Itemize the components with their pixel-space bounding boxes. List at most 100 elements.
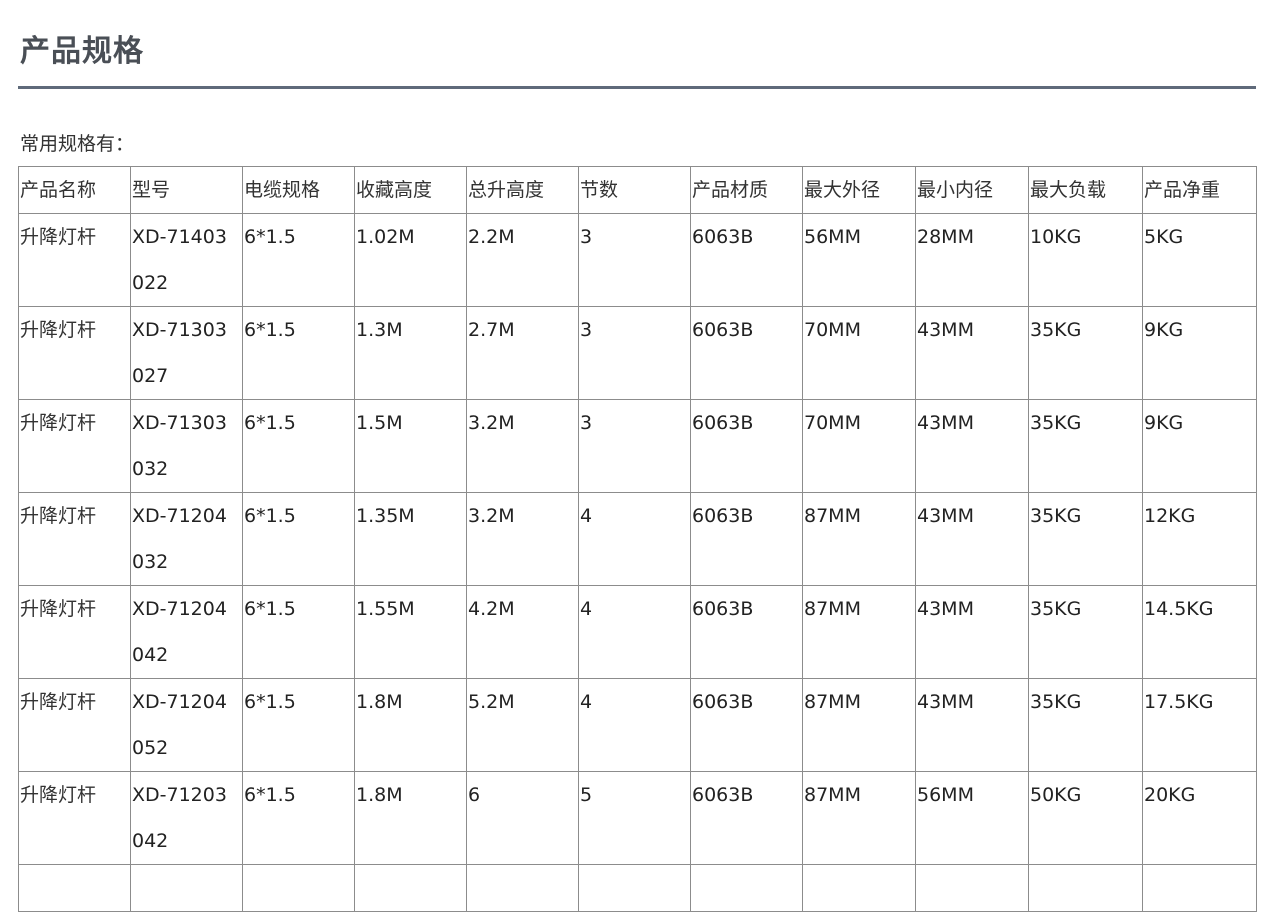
cell-net-weight: 12KG (1142, 492, 1257, 586)
table-row: 升降灯杆 XD-71204 052 6*1.5 1.8M 5.2M 4 6063B… (18, 678, 1257, 772)
table-row: 升降灯杆 XD-71203 042 6*1.5 1.8M 6 5 6063B 87… (18, 771, 1257, 865)
col-header-material: 产品材质 (690, 166, 803, 214)
col-header-name: 产品名称 (18, 166, 131, 214)
cell-total-height: 2.7M (466, 306, 579, 400)
cell-model-line1: XD-71204 (132, 505, 227, 527)
cell-sections: 3 (578, 306, 691, 400)
cell-max-load: 10KG (1028, 213, 1143, 307)
col-header-min-id: 最小内径 (915, 166, 1029, 214)
cell-max-load: 50KG (1028, 771, 1143, 865)
cell-name: 升降灯杆 (18, 678, 131, 772)
col-header-max-load: 最大负载 (1028, 166, 1143, 214)
cell-max-od: 87MM (802, 585, 916, 679)
cell-sections: 4 (578, 678, 691, 772)
title-divider (18, 86, 1256, 89)
spec-table: 产品名称 型号 电缆规格 收藏高度 总升高度 节数 产品材质 最大外径 最小内径… (18, 166, 1257, 912)
col-header-max-od: 最大外径 (802, 166, 916, 214)
empty-cell (1028, 864, 1143, 912)
cell-max-load: 35KG (1028, 492, 1143, 586)
cell-model-line2: 042 (132, 644, 169, 666)
cell-max-load: 35KG (1028, 585, 1143, 679)
cell-sections: 4 (578, 585, 691, 679)
empty-cell (802, 864, 916, 912)
cell-stowed-height: 1.3M (354, 306, 467, 400)
cell-min-id: 43MM (915, 492, 1029, 586)
cell-sections: 3 (578, 399, 691, 493)
cell-cable: 6*1.5 (242, 678, 355, 772)
cell-cable: 6*1.5 (242, 399, 355, 493)
table-row: 升降灯杆 XD-71204 042 6*1.5 1.55M 4.2M 4 6063… (18, 585, 1257, 679)
cell-model: XD-71204 032 (130, 492, 243, 586)
cell-model-line2: 022 (132, 272, 169, 294)
table-row: 升降灯杆 XD-71303 032 6*1.5 1.5M 3.2M 3 6063B… (18, 399, 1257, 493)
cell-sections: 5 (578, 771, 691, 865)
cell-material: 6063B (690, 771, 803, 865)
cell-model-line1: XD-71303 (132, 412, 227, 434)
empty-cell (1142, 864, 1257, 912)
cell-name: 升降灯杆 (18, 306, 131, 400)
cell-max-load: 35KG (1028, 399, 1143, 493)
cell-total-height: 5.2M (466, 678, 579, 772)
empty-cell (466, 864, 579, 912)
cell-material: 6063B (690, 213, 803, 307)
cell-max-od: 56MM (802, 213, 916, 307)
cell-model: XD-71303 027 (130, 306, 243, 400)
cell-min-id: 43MM (915, 678, 1029, 772)
cell-cable: 6*1.5 (242, 306, 355, 400)
col-header-total-height: 总升高度 (466, 166, 579, 214)
cell-max-od: 70MM (802, 399, 916, 493)
col-header-sections: 节数 (578, 166, 691, 214)
intro-text: 常用规格有： (20, 133, 135, 155)
cell-total-height: 3.2M (466, 492, 579, 586)
cell-net-weight: 17.5KG (1142, 678, 1257, 772)
empty-cell (915, 864, 1029, 912)
cell-model-line2: 052 (132, 737, 169, 759)
cell-total-height: 3.2M (466, 399, 579, 493)
cell-material: 6063B (690, 585, 803, 679)
cell-cable: 6*1.5 (242, 771, 355, 865)
cell-min-id: 43MM (915, 585, 1029, 679)
cell-model-line1: XD-71204 (132, 691, 227, 713)
cell-name: 升降灯杆 (18, 399, 131, 493)
cell-total-height: 4.2M (466, 585, 579, 679)
cell-model-line1: XD-71204 (132, 598, 227, 620)
cell-max-od: 87MM (802, 771, 916, 865)
empty-cell (690, 864, 803, 912)
cell-material: 6063B (690, 492, 803, 586)
cell-stowed-height: 1.02M (354, 213, 467, 307)
cell-name: 升降灯杆 (18, 585, 131, 679)
cell-model-line2: 032 (132, 551, 169, 573)
cell-cable: 6*1.5 (242, 585, 355, 679)
cell-max-od: 70MM (802, 306, 916, 400)
cell-net-weight: 9KG (1142, 306, 1257, 400)
cell-stowed-height: 1.55M (354, 585, 467, 679)
cell-sections: 4 (578, 492, 691, 586)
cell-max-load: 35KG (1028, 678, 1143, 772)
col-header-model: 型号 (130, 166, 243, 214)
empty-cell (354, 864, 467, 912)
table-header-row: 产品名称 型号 电缆规格 收藏高度 总升高度 节数 产品材质 最大外径 最小内径… (18, 166, 1257, 214)
cell-material: 6063B (690, 678, 803, 772)
cell-stowed-height: 1.8M (354, 678, 467, 772)
cell-name: 升降灯杆 (18, 492, 131, 586)
empty-cell (130, 864, 243, 912)
cell-stowed-height: 1.5M (354, 399, 467, 493)
cell-model-line1: XD-71303 (132, 319, 227, 341)
cell-stowed-height: 1.8M (354, 771, 467, 865)
cell-net-weight: 20KG (1142, 771, 1257, 865)
cell-min-id: 28MM (915, 213, 1029, 307)
cell-min-id: 43MM (915, 306, 1029, 400)
cell-cable: 6*1.5 (242, 213, 355, 307)
cell-model: XD-71203 042 (130, 771, 243, 865)
cell-net-weight: 5KG (1142, 213, 1257, 307)
cell-model-line1: XD-71403 (132, 226, 227, 248)
cell-material: 6063B (690, 306, 803, 400)
cell-min-id: 43MM (915, 399, 1029, 493)
empty-cell (18, 864, 131, 912)
cell-total-height: 2.2M (466, 213, 579, 307)
cell-model-line1: XD-71203 (132, 784, 227, 806)
cell-net-weight: 14.5KG (1142, 585, 1257, 679)
table-row: 升降灯杆 XD-71303 027 6*1.5 1.3M 2.7M 3 6063B… (18, 306, 1257, 400)
cell-name: 升降灯杆 (18, 213, 131, 307)
cell-max-load: 35KG (1028, 306, 1143, 400)
